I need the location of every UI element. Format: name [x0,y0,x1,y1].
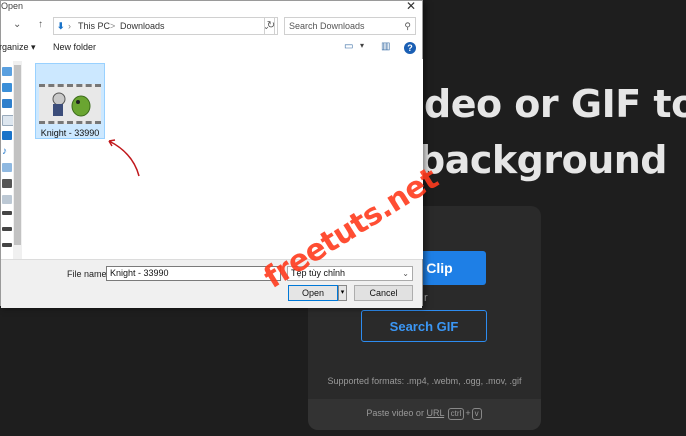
paste-url-link[interactable]: URL [426,408,444,418]
breadcrumb-this-pc[interactable]: This PC [78,18,110,34]
file-name-label: Knight - 33990 [40,128,100,138]
help-icon[interactable]: ? [404,42,416,54]
downloads-icon[interactable] [2,131,12,140]
dialog-toolbar: rganize ▾ New folder ▭ ▾ ▥ [0,39,422,57]
video-file-icon [39,84,101,124]
drive-icon-2[interactable] [2,211,12,215]
recent-locations-icon[interactable]: ⌄ [13,19,21,30]
nav-scrollbar[interactable] [13,61,22,261]
scroll-thumb[interactable] [14,65,21,245]
dialog-title: Open [1,1,24,11]
search-gif-button[interactable]: Search GIF [361,310,487,342]
view-dropdown-icon[interactable]: ▾ [360,41,364,50]
paste-prefix: Paste video or [366,408,424,418]
file-name-field-label: File name: [67,269,110,279]
knight-thumbnail-icon [52,92,91,117]
breadcrumb-downloads[interactable]: Downloads [120,18,165,34]
videos-icon[interactable] [2,179,12,188]
watermark-area: freetuts.net [258,161,444,296]
ctrl-key: ctrl [447,408,465,420]
new-folder-button[interactable]: New folder [53,42,96,52]
headline-line-2: background [418,138,667,182]
file-name-input[interactable]: Knight - 33990 [106,266,281,281]
search-icon: ⚲ [404,21,411,31]
close-icon[interactable]: ✕ [406,0,416,13]
v-key: v [471,408,482,420]
refresh-icon[interactable]: ↻ [264,17,278,35]
paste-hint: Paste video or URL ctrl + v [308,408,541,420]
address-bar[interactable]: ⬇ › This PC > Downloads ⌄ [53,17,275,35]
desktop-icon[interactable] [2,99,12,108]
navigation-bar: ⌄ ↑ ⬇ › This PC > Downloads ⌄ ↻ Search D… [1,15,422,37]
or-divider-text: r [424,292,428,304]
view-options-icon[interactable]: ▭ [344,41,353,52]
file-tile[interactable]: Knight - 33990 [35,63,105,139]
cube-icon[interactable] [2,83,12,92]
drive-icon[interactable] [2,195,12,204]
plus-sign: + [465,408,471,418]
hero-headline: deo or GIF to background [418,76,686,188]
headline-line-1: deo or GIF to [424,82,686,126]
quick-access-icon[interactable] [2,67,12,76]
breadcrumb-separator: > [110,21,116,31]
search-placeholder: Search Downloads [289,21,365,31]
up-arrow-icon[interactable]: ↑ [38,19,43,30]
open-button[interactable]: Open [288,285,338,301]
search-input[interactable]: Search Downloads ⚲ [284,17,416,35]
watermark-text: freetuts.net [258,161,445,296]
cancel-button[interactable]: Cancel [354,285,413,301]
drive-icon-4[interactable] [2,243,12,247]
pictures-icon[interactable] [2,163,12,172]
music-icon[interactable]: ♪ [2,147,12,157]
red-arrow-annotation [108,139,140,177]
organize-button[interactable]: rganize ▾ [0,42,36,53]
open-dropdown-button[interactable]: ▾ [338,285,347,301]
paste-footer: Paste video or URL ctrl + v [308,399,541,430]
folder-arrow-icon: ⬇ [57,21,65,31]
supported-formats-text: Supported formats: .mp4, .webm, .ogg, .m… [327,376,522,386]
preview-pane-icon[interactable]: ▥ [381,41,390,52]
drive-icon-3[interactable] [2,227,12,231]
breadcrumb-sep-icon: › [68,21,71,31]
